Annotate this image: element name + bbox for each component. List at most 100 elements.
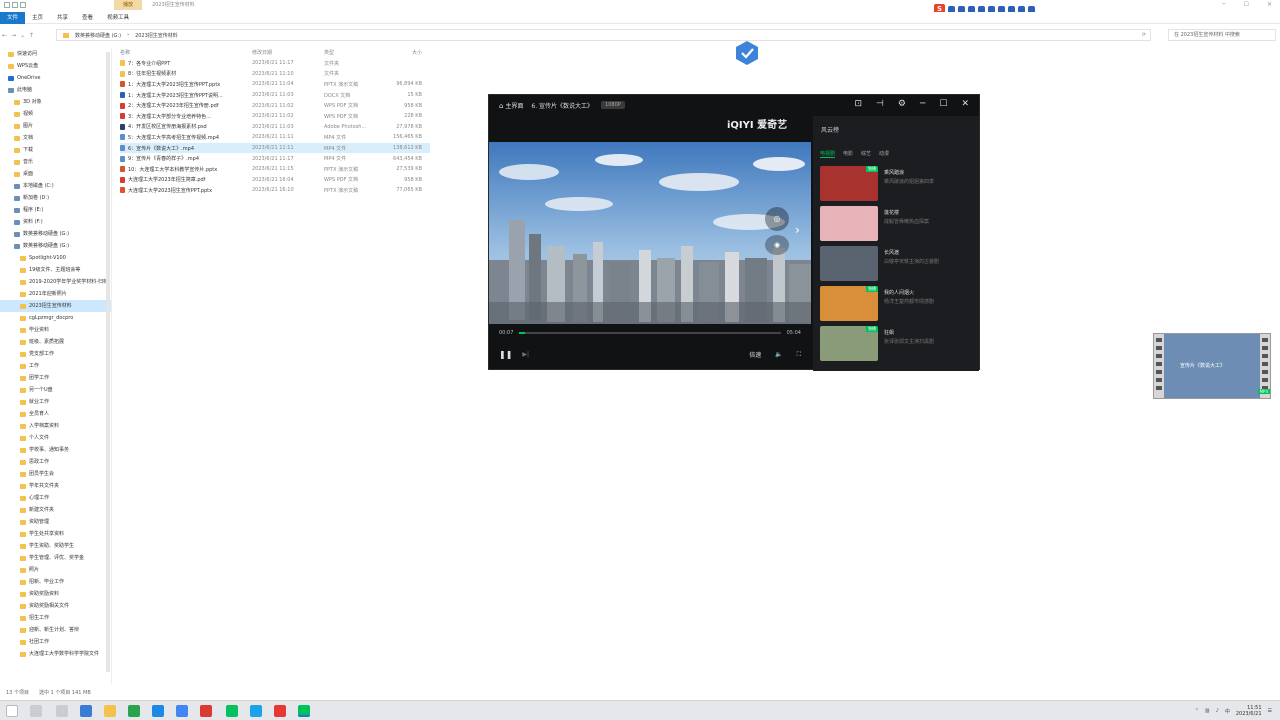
settings-gear-icon[interactable]: ⚙ (898, 99, 906, 109)
video-frame[interactable] (489, 142, 811, 324)
nav-item[interactable]: 学校事、通知事务 (0, 444, 111, 456)
file-row[interactable]: 大连理工大学2023年招生简章.pdf 2023/6/21 16:04 WPS PD… (120, 175, 430, 186)
file-row[interactable]: 9：宣传片《青春的样子》.mp4 2023/6/21 11:17 MP4 文件 643… (120, 153, 430, 164)
nav-item[interactable]: 另一个U盘 (0, 384, 111, 396)
nav-item[interactable]: WPS云盘 (0, 60, 111, 72)
search-input[interactable]: 在 2023招生宣传材料 中搜索 (1168, 29, 1276, 41)
column-size[interactable]: 大小 (384, 49, 422, 56)
chrome-icon[interactable] (128, 705, 140, 717)
back-arrow-icon[interactable]: ← (0, 32, 9, 39)
browser-icon[interactable] (152, 705, 164, 717)
start-button-icon[interactable] (6, 705, 18, 717)
nav-item[interactable]: 下载 (0, 144, 111, 156)
file-row[interactable]: 大连理工大学2023招生宣传PPT.pptx 2023/6/21 16:10 PPT… (120, 185, 430, 196)
nav-item[interactable]: 音乐 (0, 156, 111, 168)
progress-bar[interactable] (519, 332, 781, 334)
feishu-icon[interactable] (250, 705, 262, 717)
tab-view[interactable]: 查看 (75, 12, 100, 24)
player-maximize-button[interactable]: ☐ (939, 99, 947, 109)
nav-item[interactable]: 思政工作 (0, 456, 111, 468)
nav-item[interactable]: 2021年迎新照片 (0, 288, 111, 300)
nav-item[interactable]: 2019-2020学年学业奖学材料-归档 (0, 276, 111, 288)
nav-item[interactable]: 毕业资料 (0, 324, 111, 336)
recommendation-item[interactable]: 独播 我的人间烟火 杨洋王楚然都市情感剧 (820, 286, 976, 321)
speed-button[interactable]: 倍速 (749, 350, 761, 359)
file-row[interactable]: 2：大连理工大学2023年招生宣传册.pdf 2023/6/21 11:02 WPS… (120, 100, 430, 111)
sidebar-tab[interactable]: 电视剧 (820, 150, 836, 158)
recommendation-item[interactable]: 独播 狂飙 张译张颂文主演扫黑剧 (820, 326, 976, 361)
file-row[interactable]: 6：宣传片《数说大工》.mp4 2023/6/21 11:11 MP4 文件 138,… (120, 142, 430, 154)
nav-item[interactable]: 工作 (0, 360, 111, 372)
nav-item[interactable]: 学生管理、评优、奖学金 (0, 552, 111, 564)
nav-item[interactable]: 3D 对象 (0, 96, 111, 108)
context-tab-play[interactable]: 播放 (114, 0, 142, 10)
sidebar-tab[interactable]: 动漫 (879, 150, 889, 158)
nav-item[interactable]: 迎新、新生计划、答辩 (0, 624, 111, 636)
nav-item[interactable]: 数英荟移动硬盘 (G:) (0, 240, 111, 252)
file-explorer-icon[interactable] (104, 705, 116, 717)
refresh-icon[interactable]: ⟳ (1142, 32, 1146, 38)
nav-scrollbar[interactable] (106, 52, 110, 672)
screen-cast-icon[interactable]: ⊡ (854, 99, 862, 109)
nav-item[interactable]: 资助奖励资料 (0, 588, 111, 600)
record-clip-icon[interactable]: ◉ (765, 235, 789, 255)
nav-item[interactable]: 心理工作 (0, 492, 111, 504)
file-row[interactable]: 8：往年招生视频素材 2023/6/21 11:10 文件夹 (120, 69, 430, 80)
nav-item[interactable]: 社团工作 (0, 636, 111, 648)
fullscreen-icon[interactable]: ⛶ (797, 351, 801, 359)
nav-item[interactable]: 19级文件、主题班会等 (0, 264, 111, 276)
nav-item[interactable]: cgLpzmgr_docpro (0, 312, 111, 324)
task-view-icon[interactable] (56, 705, 68, 717)
nav-item[interactable]: 2023招生宣传材料 (0, 300, 111, 312)
ime-tray-icon[interactable]: 中 (1225, 708, 1230, 715)
tab-home[interactable]: 主页 (25, 12, 50, 24)
nav-item[interactable]: 资料 (F:) (0, 216, 111, 228)
player-home-button[interactable]: ⌂ 主界面 (499, 101, 523, 110)
nav-item[interactable]: 资助奖励相关文件 (0, 600, 111, 612)
player-close-button[interactable]: ✕ (961, 99, 969, 109)
nav-item[interactable]: 招生工作 (0, 612, 111, 624)
wechat-icon[interactable] (226, 705, 238, 717)
video-thumbnail-preview[interactable]: 宣传片《数说大工》 MP4 (1153, 333, 1271, 399)
nav-item[interactable]: 新加卷 (D:) (0, 192, 111, 204)
quick-access-toolbar[interactable] (4, 2, 34, 10)
nav-item[interactable]: 入学档案资料 (0, 420, 111, 432)
nav-item[interactable]: 数英荟移动硬盘 (G:) (0, 228, 111, 240)
nav-item[interactable]: 桌面 (0, 168, 111, 180)
nav-item[interactable]: 团员学生会 (0, 468, 111, 480)
nav-item[interactable]: 本地磁盘 (C:) (0, 180, 111, 192)
column-type[interactable]: 类型 (324, 49, 384, 56)
recorder-icon[interactable] (274, 705, 286, 717)
address-bar[interactable]: 数英荟移动硬盘 (G:) › 2023招生宣传材料 ⟳ (56, 29, 1151, 41)
file-row[interactable]: 1：大连理工大学2023招生宣传PPT说明... 2023/6/21 11:03 D… (120, 90, 430, 101)
qq-browser-icon[interactable] (176, 705, 188, 717)
speaker-icon[interactable]: ♪ (1216, 708, 1219, 714)
chevron-right-icon[interactable]: › (795, 223, 800, 237)
nav-item[interactable]: 资助管理 (0, 516, 111, 528)
file-row[interactable]: 7：各专业介绍PPT 2023/6/21 11:17 文件夹 (120, 58, 430, 69)
file-row[interactable]: 1：大连理工大学2023招生宣传PPT.pptx 2023/6/21 11:04 P… (120, 79, 430, 90)
nav-item[interactable]: 就业工作 (0, 396, 111, 408)
nav-item[interactable]: 新建文件夹 (0, 504, 111, 516)
column-name[interactable]: 名称 (120, 49, 252, 56)
clock[interactable]: 11:51 2023/6/21 (1236, 705, 1262, 717)
nav-item[interactable]: 学生资助、奖助学生 (0, 540, 111, 552)
tray-chevron-icon[interactable]: ⌃ (1195, 708, 1199, 714)
nav-item[interactable]: 此电脑 (0, 84, 111, 96)
tab-video-tools[interactable]: 视频工具 (100, 12, 136, 24)
search-icon[interactable] (30, 705, 42, 717)
network-icon[interactable]: ▥ (1205, 708, 1210, 714)
nav-item[interactable]: 个人文件 (0, 432, 111, 444)
file-row[interactable]: 3：大连理工大学部分专业培养特色... 2023/6/21 11:02 WPS PD… (120, 111, 430, 122)
nav-item[interactable]: 学生处共享资料 (0, 528, 111, 540)
file-row[interactable]: 5：大连理工大学高考招生宣传视频.mp4 2023/6/21 11:11 MP4 文… (120, 132, 430, 143)
minimize-button[interactable]: ─ (1222, 1, 1226, 8)
sidebar-tab[interactable]: 电影 (843, 150, 853, 158)
tab-share[interactable]: 共享 (50, 12, 75, 24)
nav-item[interactable]: 团学工作 (0, 372, 111, 384)
nav-item[interactable]: 全员育人 (0, 408, 111, 420)
breadcrumb-drive[interactable]: 数英荟移动硬盘 (G:) (75, 32, 121, 39)
recommendation-item[interactable]: 独播 乘风踏浪 乘风破浪的姐姐第四季 (820, 166, 976, 201)
nav-item[interactable]: 视频 (0, 108, 111, 120)
screenshot-icon[interactable]: ◎ (765, 207, 789, 231)
